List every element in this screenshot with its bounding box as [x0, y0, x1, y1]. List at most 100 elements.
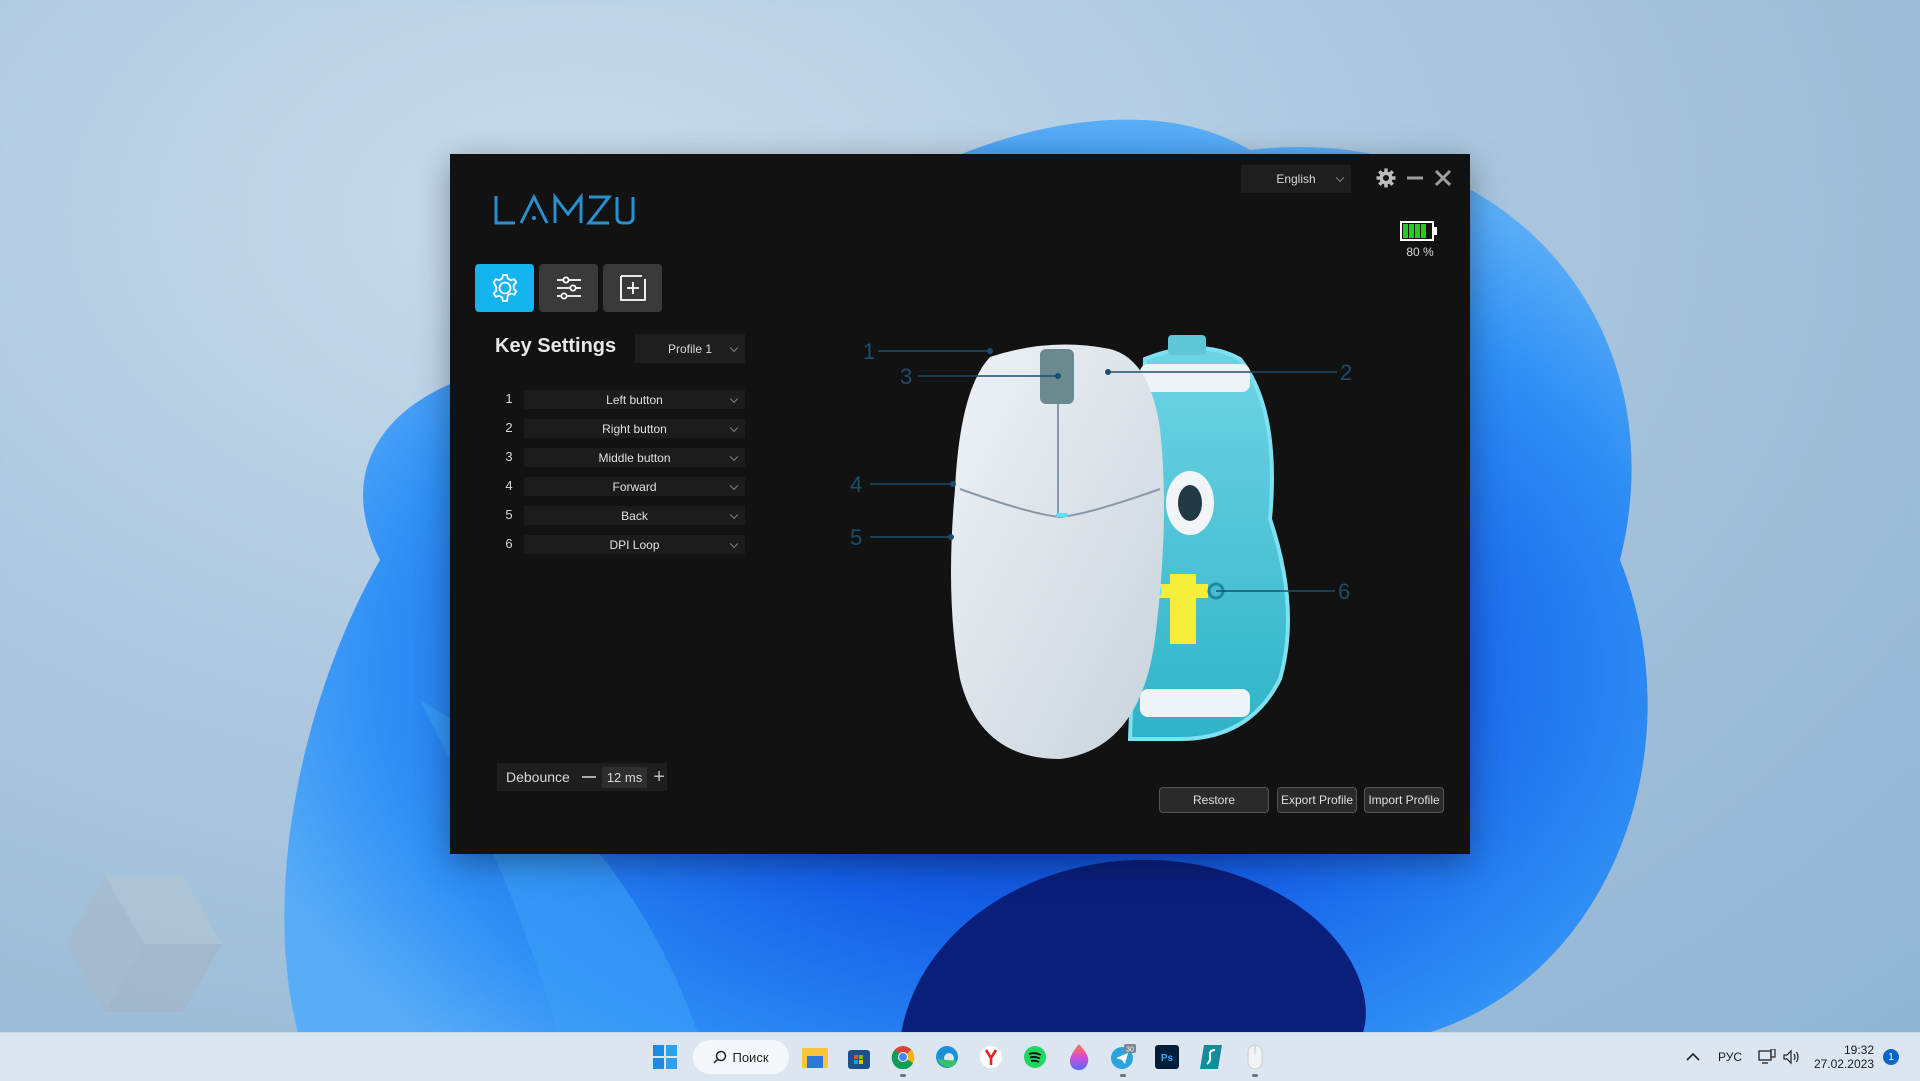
chevron-down-icon [729, 481, 739, 490]
network-icon [1758, 1049, 1776, 1064]
battery-cell [1409, 224, 1414, 238]
notification-badge: 1 [1883, 1049, 1899, 1065]
notifications-button[interactable]: 1 [1883, 1033, 1899, 1081]
running-indicator [1252, 1074, 1258, 1077]
chevron-down-icon [729, 343, 739, 352]
clock-time: 19:32 [1843, 1043, 1874, 1057]
taskbar-firefox-nightly[interactable] [1065, 1043, 1093, 1071]
taskbar-store[interactable] [845, 1043, 873, 1071]
debounce-decrease-button[interactable] [581, 776, 596, 778]
debounce-control: Debounce 12 ms + [497, 763, 667, 791]
chevron-down-icon [729, 423, 739, 432]
watermark-cube-icon [66, 876, 222, 1012]
telegram-icon: 30 [1111, 1044, 1136, 1069]
running-indicator [1120, 1074, 1126, 1077]
taskbar-spotify[interactable] [1021, 1043, 1049, 1071]
battery-cell [1421, 224, 1426, 238]
tab-performance[interactable] [539, 264, 598, 312]
callout-2: 2 [1340, 360, 1352, 385]
store-icon [848, 1050, 870, 1069]
debounce-value[interactable]: 12 ms [601, 766, 648, 788]
running-indicator [900, 1074, 906, 1077]
taskbar-telegram[interactable]: 30 [1109, 1043, 1137, 1071]
search-label: Поиск [732, 1049, 769, 1065]
battery-cell [1415, 224, 1420, 238]
clock[interactable]: 19:32 27.02.2023 [1810, 1033, 1874, 1081]
key-value: Left button [606, 392, 663, 407]
spotify-icon [1024, 1046, 1046, 1068]
taskbar-yandex[interactable] [977, 1043, 1005, 1071]
tray-overflow-button[interactable] [1686, 1033, 1700, 1081]
chevron-up-icon [1686, 1052, 1700, 1061]
input-language[interactable]: РУС [1718, 1033, 1742, 1081]
edge-icon [936, 1046, 958, 1068]
photoshop-icon: Ps [1155, 1045, 1179, 1069]
taskbar-edge[interactable] [933, 1043, 961, 1071]
tab-key-settings[interactable] [475, 264, 534, 312]
minimize-button[interactable] [1403, 166, 1427, 190]
volume-icon [1783, 1049, 1799, 1065]
taskbar-mouse-app[interactable] [1241, 1043, 1269, 1071]
key-number: 5 [505, 507, 513, 522]
start-icon [653, 1045, 677, 1069]
key-4-dropdown[interactable]: Forward [524, 477, 745, 496]
volume-button[interactable] [1783, 1033, 1801, 1081]
key-value: Forward [612, 479, 657, 494]
restore-button[interactable]: Restore [1159, 787, 1269, 813]
profile-dropdown[interactable]: Profile 1 [635, 334, 745, 363]
key-3-dropdown[interactable]: Middle button [524, 448, 745, 467]
language-dropdown[interactable]: English [1241, 165, 1351, 193]
firefox-nightly-icon [1069, 1044, 1089, 1070]
key-5-dropdown[interactable]: Back [524, 506, 745, 525]
language-value: English [1276, 172, 1316, 186]
callout-1: 1 [863, 339, 875, 364]
taskbar-photoshop[interactable]: Ps [1153, 1043, 1181, 1071]
key-number: 4 [505, 478, 513, 493]
key-number: 2 [505, 420, 513, 435]
start-button[interactable] [651, 1043, 679, 1071]
settings-button[interactable] [1374, 166, 1398, 190]
export-profile-button[interactable]: Export Profile [1277, 787, 1357, 813]
key-6-dropdown[interactable]: DPI Loop [524, 535, 745, 554]
taskbar-search[interactable]: Поиск [693, 1040, 789, 1074]
app-window: English 80 % Key Settings Profile 1 1 Le… [450, 154, 1470, 854]
key-number: 6 [505, 536, 513, 551]
chevron-down-icon [729, 539, 739, 548]
key-1-dropdown[interactable]: Left button [524, 390, 745, 409]
chevron-down-icon [1335, 173, 1345, 183]
key-2-dropdown[interactable]: Right button [524, 419, 745, 438]
callout-3: 3 [900, 364, 912, 389]
close-icon [1434, 169, 1452, 187]
battery-percent: 80 % [1406, 245, 1434, 259]
network-button[interactable] [1758, 1033, 1776, 1081]
plus-square-icon [619, 275, 646, 301]
yandex-browser-icon [980, 1046, 1002, 1068]
tab-macro[interactable] [603, 264, 662, 312]
taskbar: Поиск 30 Ps РУС 19:32 27.02.2023 1 [0, 1032, 1920, 1081]
chevron-down-icon [729, 452, 739, 461]
chrome-icon [891, 1046, 915, 1069]
key-value: DPI Loop [609, 537, 660, 552]
search-icon [713, 1050, 727, 1064]
taskbar-chrome[interactable] [889, 1043, 917, 1071]
key-value: Middle button [598, 450, 671, 465]
page-title: Key Settings [495, 335, 617, 357]
key-number: 3 [505, 449, 513, 464]
taskbar-surfshark[interactable] [1197, 1043, 1225, 1071]
callout-5: 5 [850, 525, 862, 550]
battery-icon [1400, 221, 1437, 241]
import-profile-button[interactable]: Import Profile [1364, 787, 1444, 813]
close-button[interactable] [1431, 166, 1455, 190]
telegram-badge: 30 [1126, 1047, 1134, 1054]
profile-value: Profile 1 [667, 341, 713, 356]
debounce-label: Debounce [506, 769, 570, 785]
clock-date: 27.02.2023 [1813, 1057, 1874, 1071]
debounce-increase-button[interactable]: + [653, 767, 665, 787]
taskbar-file-explorer[interactable] [801, 1043, 829, 1071]
chevron-down-icon [729, 510, 739, 519]
file-explorer-icon [802, 1048, 828, 1068]
brand-logo [494, 192, 635, 225]
callout-4: 4 [850, 472, 862, 497]
battery-cell [1403, 224, 1408, 238]
gear-icon [492, 274, 517, 302]
